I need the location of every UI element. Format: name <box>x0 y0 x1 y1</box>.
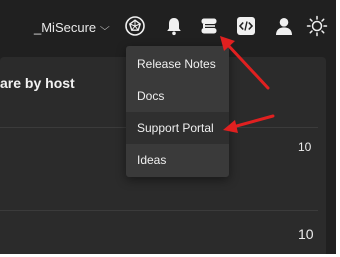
release-stack-icon[interactable] <box>199 16 219 36</box>
card-title: are by host <box>0 75 75 91</box>
row-value: 10 <box>298 226 314 242</box>
bell-icon[interactable] <box>165 16 183 36</box>
code-icon[interactable] <box>236 16 256 36</box>
chevron-down-icon: ⌵ <box>100 21 110 33</box>
sun-icon[interactable] <box>306 15 328 37</box>
row-value: 10 <box>298 140 312 154</box>
help-dropdown-menu: Release Notes Docs Support Portal Ideas <box>126 46 229 177</box>
menu-item-docs[interactable]: Docs <box>126 80 229 112</box>
tenant-selector[interactable]: _MiSecure ⌵ <box>34 17 110 37</box>
menu-item-ideas[interactable]: Ideas <box>126 144 229 176</box>
tenant-name: _MiSecure <box>34 19 97 35</box>
menu-item-support-portal[interactable]: Support Portal <box>126 112 229 144</box>
card-divider <box>0 210 318 211</box>
pentagon-logo-icon[interactable] <box>125 16 145 36</box>
menu-item-release-notes[interactable]: Release Notes <box>126 48 229 80</box>
user-icon[interactable] <box>274 16 294 36</box>
app-frame: _MiSecure ⌵ are by host 10 10 Release No… <box>0 0 336 254</box>
